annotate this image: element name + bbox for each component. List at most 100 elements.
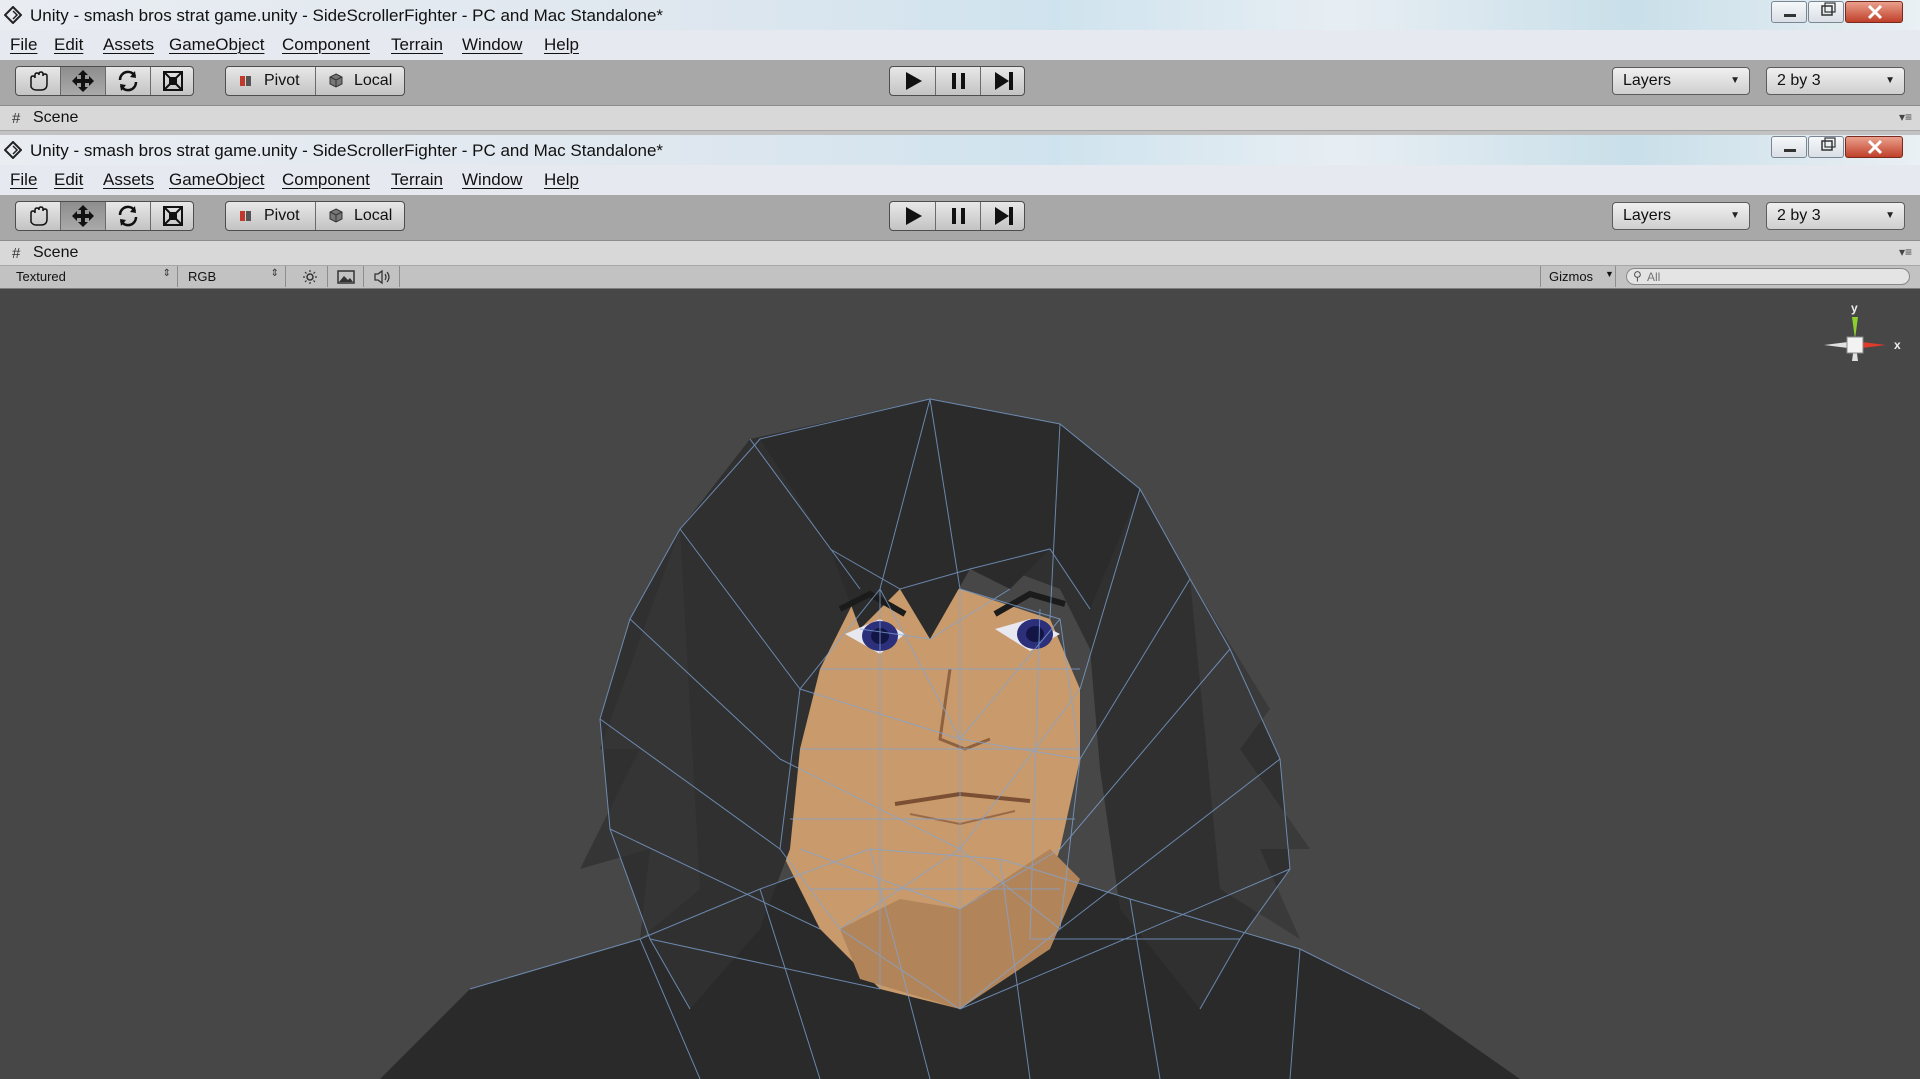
play-icon <box>906 72 922 90</box>
pivot-icon <box>240 76 251 86</box>
move-tool-button[interactable] <box>61 202 106 230</box>
color-mode-dropdown[interactable]: RGB ⇕ <box>180 266 286 287</box>
menu-component[interactable]: Component <box>282 35 370 55</box>
close-icon <box>1867 4 1883 20</box>
rotate-tool-button[interactable] <box>106 67 151 95</box>
render-mode-dropdown[interactable]: Textured ⇕ <box>8 266 178 287</box>
move-tool-button[interactable] <box>61 67 106 95</box>
step-icon <box>995 72 1013 90</box>
layers-dropdown[interactable]: Layers ▼ <box>1612 67 1750 95</box>
local-cube-icon <box>329 73 343 88</box>
move-icon <box>72 70 94 92</box>
tab-menu-icon[interactable]: ▾≡ <box>1899 110 1912 124</box>
playback-controls <box>889 66 1025 96</box>
pause-icon <box>952 208 965 224</box>
tab-menu-icon[interactable]: ▾≡ <box>1899 245 1912 259</box>
menu-help[interactable]: Help <box>544 170 579 190</box>
minimize-button[interactable] <box>1771 1 1807 23</box>
close-button[interactable] <box>1845 1 1903 23</box>
local-toggle[interactable]: Local <box>316 202 404 230</box>
unity-window: Unity - smash bros strat game.unity - Si… <box>0 135 1920 1079</box>
minimize-icon <box>1784 14 1796 17</box>
title-bar[interactable]: Unity - smash bros strat game.unity - Si… <box>0 135 1920 166</box>
play-icon <box>906 207 922 225</box>
pivot-toggle[interactable]: Pivot <box>226 202 316 230</box>
restore-button[interactable] <box>1808 1 1844 23</box>
scale-tool-button[interactable] <box>151 202 193 230</box>
orientation-gizmo-icon[interactable]: y x <box>1800 299 1910 399</box>
dropdown-arrow-icon: ▼ <box>1885 210 1895 221</box>
rotate-tool-button[interactable] <box>106 202 151 230</box>
menu-window[interactable]: Window <box>462 170 522 190</box>
play-button[interactable] <box>890 67 936 95</box>
local-toggle[interactable]: Local <box>316 67 404 95</box>
menu-assets[interactable]: Assets <box>103 35 154 55</box>
menu-bar: File Edit Assets GameObject Component Te… <box>0 165 1920 196</box>
pause-button[interactable] <box>936 67 981 95</box>
hand-tool-button[interactable] <box>16 202 61 230</box>
menu-gameobject[interactable]: GameObject <box>169 35 264 55</box>
menu-edit[interactable]: Edit <box>54 35 83 55</box>
gizmos-dropdown[interactable]: Gizmos ▼ <box>1540 266 1616 287</box>
menu-terrain[interactable]: Terrain <box>391 170 443 190</box>
main-toolbar: Pivot Local Layers ▼ 2 by 3 ▼ <box>0 195 1920 241</box>
menu-gameobject[interactable]: GameObject <box>169 170 264 190</box>
render-mode-label: Textured <box>16 269 66 284</box>
axis-y-label: y <box>1851 301 1858 315</box>
hand-icon <box>30 71 48 91</box>
scene-viewport[interactable]: y x <box>0 289 1920 1079</box>
menu-terrain[interactable]: Terrain <box>391 35 443 55</box>
close-button[interactable] <box>1845 136 1903 158</box>
scale-icon <box>163 206 183 226</box>
search-input[interactable] <box>1647 269 1897 284</box>
restore-button[interactable] <box>1808 136 1844 158</box>
close-icon <box>1867 139 1883 155</box>
scene-tab[interactable]: Scene <box>33 244 78 262</box>
character-model <box>380 398 1520 1079</box>
search-icon: ⚲ <box>1633 269 1642 283</box>
menu-file[interactable]: File <box>10 35 37 55</box>
sun-icon <box>303 270 317 284</box>
step-button[interactable] <box>981 67 1024 95</box>
scene-lighting-toggle[interactable] <box>292 266 328 287</box>
menu-file[interactable]: File <box>10 170 37 190</box>
grid-icon: # <box>12 110 21 127</box>
local-label: Local <box>354 207 393 224</box>
hand-tool-button[interactable] <box>16 67 61 95</box>
minimize-button[interactable] <box>1771 136 1807 158</box>
menu-assets[interactable]: Assets <box>103 170 154 190</box>
hierarchy-search[interactable]: ⚲ <box>1626 268 1910 285</box>
menu-bar: File Edit Assets GameObject Component Te… <box>0 30 1920 61</box>
menu-window[interactable]: Window <box>462 35 522 55</box>
step-button[interactable] <box>981 202 1024 230</box>
scene-effects-toggle[interactable] <box>328 266 364 287</box>
layout-dropdown[interactable]: 2 by 3 ▼ <box>1766 202 1905 230</box>
scene-tab[interactable]: Scene <box>33 109 78 127</box>
play-button[interactable] <box>890 202 936 230</box>
scene-tab-bar: # Scene ▾≡ <box>0 106 1920 131</box>
menu-help[interactable]: Help <box>544 35 579 55</box>
color-mode-label: RGB <box>188 269 217 284</box>
step-icon <box>995 207 1013 225</box>
scale-tool-button[interactable] <box>151 67 193 95</box>
pivot-toggle[interactable]: Pivot <box>226 67 316 95</box>
dropdown-arrow-icon: ▼ <box>1605 269 1614 279</box>
hand-icon <box>30 206 48 226</box>
restore-icon <box>1821 2 1836 16</box>
dropdown-arrow-icon: ▼ <box>1730 75 1740 86</box>
layout-label: 2 by 3 <box>1777 207 1821 224</box>
scene-audio-toggle[interactable] <box>364 266 400 287</box>
layers-dropdown[interactable]: Layers ▼ <box>1612 202 1750 230</box>
menu-edit[interactable]: Edit <box>54 170 83 190</box>
transform-tools <box>15 201 194 231</box>
title-bar[interactable]: Unity - smash bros strat game.unity - Si… <box>0 0 1920 31</box>
grid-icon: # <box>12 245 21 262</box>
rotate-icon <box>118 205 138 227</box>
layout-dropdown[interactable]: 2 by 3 ▼ <box>1766 67 1905 95</box>
menu-component[interactable]: Component <box>282 170 370 190</box>
pause-button[interactable] <box>936 202 981 230</box>
pivot-local-toggles: Pivot Local <box>225 201 405 231</box>
scene-tab-bar: # Scene ▾≡ <box>0 241 1920 266</box>
transform-tools <box>15 66 194 96</box>
unity-logo-icon <box>4 6 22 24</box>
